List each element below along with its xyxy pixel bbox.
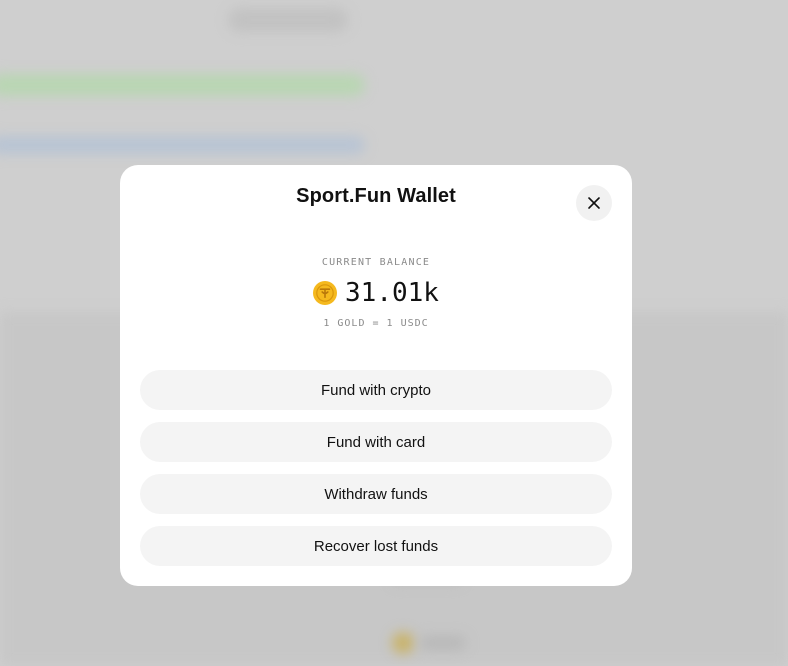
fund-with-card-button[interactable]: Fund with card <box>140 422 612 462</box>
balance-label: CURRENT BALANCE <box>321 257 431 268</box>
gold-coin-icon <box>313 281 338 305</box>
recover-lost-funds-button[interactable]: Recover lost funds <box>140 526 612 566</box>
balance-value: 31.01k <box>345 278 439 308</box>
background-coin-label-blurred <box>420 636 466 650</box>
exchange-rate-text: 1 GOLD = 1 USDC <box>323 318 429 329</box>
close-button[interactable] <box>576 185 612 221</box>
fund-with-crypto-button[interactable]: Fund with crypto <box>140 370 612 410</box>
background-link-blurred <box>0 136 365 154</box>
background-progress-bar-blurred <box>0 74 365 96</box>
background-coin-blurred <box>392 632 414 654</box>
close-icon <box>588 197 600 209</box>
wallet-modal: Sport.Fun Wallet CURRENT BALANCE 31.01k … <box>120 165 632 586</box>
balance-display: 31.01k <box>120 277 632 309</box>
modal-title: Sport.Fun Wallet <box>296 185 456 207</box>
withdraw-funds-button[interactable]: Withdraw funds <box>140 474 612 514</box>
background-logo-blurred <box>228 8 348 32</box>
